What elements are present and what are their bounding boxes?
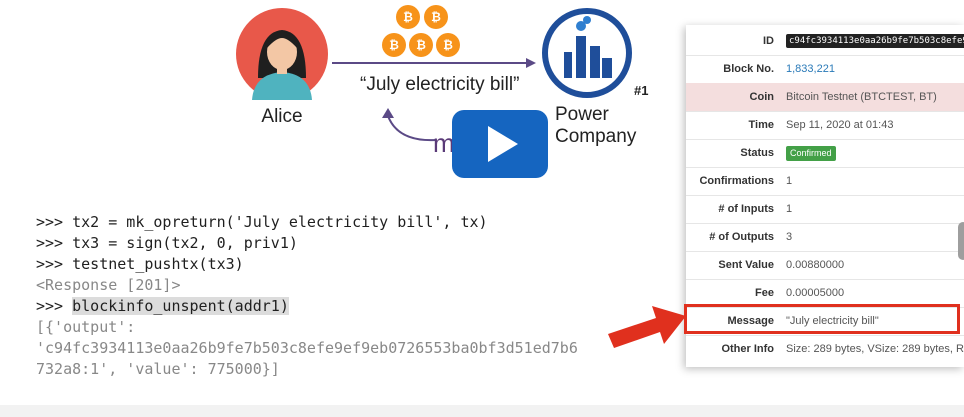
message-highlight-box — [684, 304, 960, 334]
info-label: Fee — [755, 287, 774, 299]
info-label: # of Outputs — [709, 231, 774, 243]
alice-label: Alice — [261, 106, 303, 127]
side-scroll-handle[interactable] — [958, 222, 964, 260]
console-prompt: >>> — [36, 297, 73, 315]
info-row-block: Block No. 1,833,221 — [686, 55, 964, 84]
svg-text:₿: ₿ — [403, 10, 413, 24]
info-row-inputs: # of Inputs 1 — [686, 195, 964, 224]
power-company-label: Power Company — [555, 104, 637, 147]
transaction-message-label: “July electricity bill” — [360, 74, 520, 95]
block-number-link[interactable]: 1,833,221 — [786, 55, 835, 83]
bottom-bar — [0, 405, 964, 417]
confirmations-value: 1 — [786, 175, 793, 187]
alice-avatar-icon — [236, 8, 328, 100]
red-pointer-arrow-icon — [608, 306, 686, 348]
time-value: Sep 11, 2020 at 01:43 — [786, 119, 894, 131]
svg-text:₿: ₿ — [389, 38, 399, 52]
console-line-highlighted: >>> blockinfo_unspent(addr1) — [36, 296, 596, 317]
console-output: [{'output': — [36, 318, 136, 336]
coin-value: Bitcoin Testnet (BTCTEST, BT) — [786, 91, 937, 103]
info-row-sent: Sent Value 0.00880000 — [686, 251, 964, 280]
info-label: ID — [763, 35, 774, 47]
info-label: Coin — [749, 91, 774, 103]
highlighted-command: blockinfo_unspent(addr1) — [72, 297, 289, 315]
console-line: >>> testnet_pushtx(tx3) — [36, 255, 244, 273]
other-info-value: Size: 289 bytes, VSize: 289 bytes, Ra — [786, 343, 964, 355]
bitcoin-coins-icon: ₿ ₿ ₿ ₿ ₿ — [382, 5, 460, 57]
tx-id-value: c94fc3934113e0aa26b9fe7b503c8efe9 — [786, 34, 964, 48]
console-line: >>> tx2 = mk_opreturn('July electricity … — [36, 213, 488, 231]
info-label: Confirmations — [699, 175, 774, 187]
info-row-other: Other Info Size: 289 bytes, VSize: 289 b… — [686, 335, 964, 363]
hash-label: #1 — [634, 83, 649, 98]
info-row-outputs: # of Outputs 3 — [686, 223, 964, 252]
status-badge: Confirmed — [786, 146, 836, 161]
info-label: Time — [748, 119, 774, 131]
console-line: >>> tx3 = sign(tx2, 0, priv1) — [36, 234, 298, 252]
inputs-value: 1 — [786, 203, 793, 215]
svg-text:₿: ₿ — [443, 38, 453, 52]
power-company-icon — [542, 8, 632, 98]
sent-value: 0.00880000 — [786, 259, 845, 271]
python-console: >>> tx2 = mk_opreturn('July electricity … — [36, 212, 596, 380]
play-icon — [488, 126, 518, 162]
info-label: # of Inputs — [718, 203, 774, 215]
console-output: <Response [201]> — [36, 276, 181, 294]
info-row-coin: Coin Bitcoin Testnet (BTCTEST, BT) — [686, 83, 964, 112]
console-output: 'c94fc3934113e0aa26b9fe7b503c8efe9ef9eb0… — [36, 339, 578, 357]
info-row-time: Time Sep 11, 2020 at 01:43 — [686, 111, 964, 140]
info-row-confirmations: Confirmations 1 — [686, 167, 964, 196]
info-label: Status — [740, 147, 774, 159]
fee-value: 0.00005000 — [786, 287, 845, 299]
info-label: Other Info — [721, 343, 774, 355]
outputs-value: 3 — [786, 231, 793, 243]
info-row-id: ID c94fc3934113e0aa26b9fe7b503c8efe9 — [686, 27, 964, 56]
video-frame: Alice ₿ ₿ ₿ ₿ ₿ “July electricity bill” … — [0, 0, 964, 405]
info-row-status: Status Confirmed — [686, 139, 964, 168]
flow-arrow-icon — [332, 58, 536, 68]
info-label: Sent Value — [718, 259, 774, 271]
svg-text:₿: ₿ — [431, 10, 441, 24]
console-output: 732a8:1', 'value': 775000}] — [36, 360, 280, 378]
status-cell: Confirmed — [786, 139, 836, 167]
svg-text:₿: ₿ — [416, 38, 426, 52]
info-label: Block No. — [723, 63, 774, 75]
play-button[interactable] — [452, 110, 548, 178]
